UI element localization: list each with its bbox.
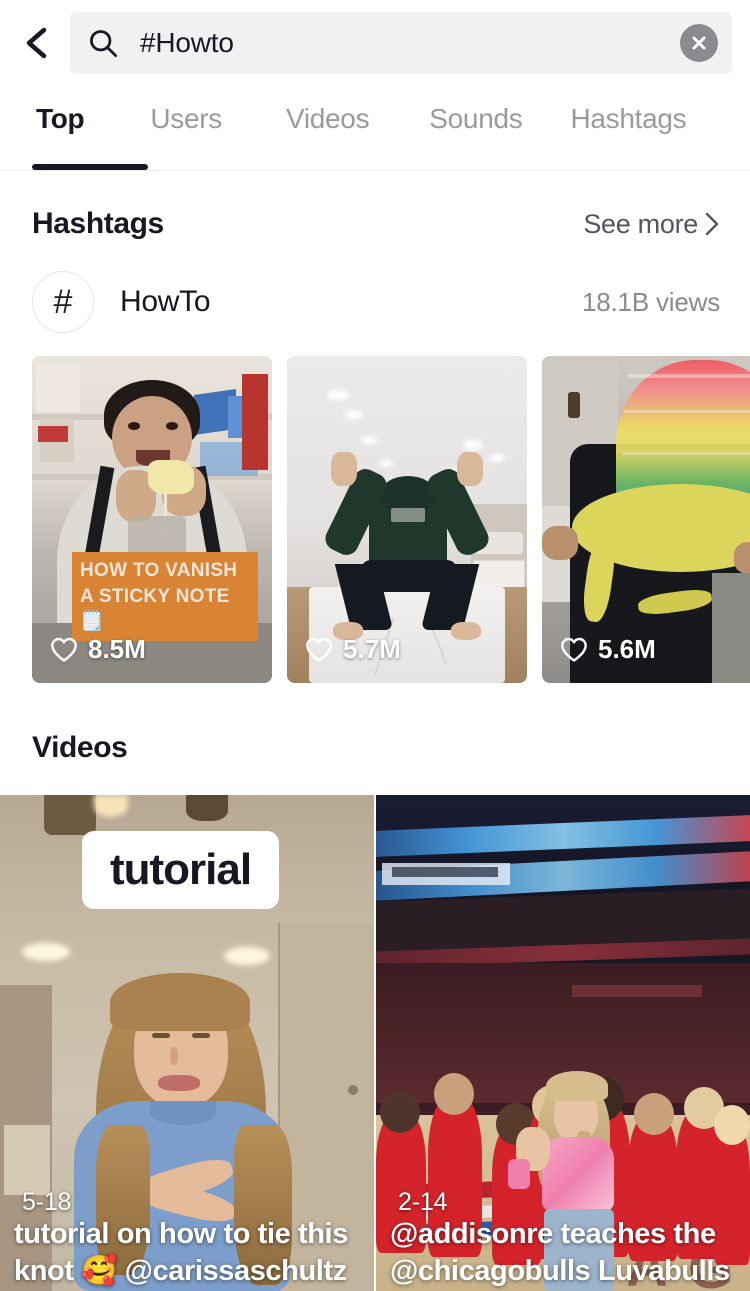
hashtag-name: HowTo bbox=[120, 285, 211, 318]
heart-icon bbox=[561, 637, 587, 662]
clear-search-button[interactable] bbox=[680, 23, 718, 62]
search-input[interactable]: #Howto bbox=[140, 27, 680, 59]
see-more-label: See more bbox=[583, 208, 698, 239]
active-tab-indicator bbox=[32, 164, 148, 170]
thumbnail-caption-overlay: HOW TO VANISH A STICKY NOTE 🗒️ bbox=[72, 552, 258, 641]
videos-grid: tutorial 5-18 tutorial on how to tie thi… bbox=[0, 795, 750, 1291]
see-more-hashtags-button[interactable]: See more bbox=[583, 209, 720, 240]
caption-line-1: HOW TO VANISH bbox=[80, 560, 238, 581]
carousel-card[interactable]: HOW TO VANISH A STICKY NOTE 🗒️ 8.5M bbox=[32, 356, 272, 683]
close-icon bbox=[692, 36, 706, 49]
hashtag-views: 18.1B views bbox=[582, 286, 720, 317]
hashtag-info: # HowTo bbox=[32, 271, 211, 333]
search-icon bbox=[88, 28, 118, 58]
tab-sounds[interactable]: Sounds bbox=[425, 103, 526, 135]
tab-hashtags[interactable]: Hashtags bbox=[566, 103, 690, 135]
chevron-right-icon bbox=[705, 212, 719, 236]
like-count-value: 5.7M bbox=[343, 634, 401, 664]
hashtags-section-header: Hashtags See more bbox=[0, 171, 750, 241]
carousel-card[interactable]: 5.7M bbox=[287, 356, 527, 683]
tab-videos[interactable]: Videos bbox=[282, 103, 373, 135]
hashtag-video-carousel[interactable]: HOW TO VANISH A STICKY NOTE 🗒️ 8.5M 5.7M… bbox=[0, 333, 750, 683]
heart-icon bbox=[306, 637, 332, 662]
tab-top[interactable]: Top bbox=[32, 103, 88, 135]
video-date: 2-14 bbox=[398, 1188, 448, 1216]
heart-icon bbox=[51, 637, 77, 662]
section-title-hashtags: Hashtags bbox=[32, 207, 164, 240]
search-field[interactable]: #Howto bbox=[70, 11, 732, 74]
like-count-value: 5.6M bbox=[598, 634, 656, 664]
like-count: 8.5M bbox=[50, 634, 146, 665]
like-count: 5.6M bbox=[560, 634, 656, 665]
video-caption: @addisonre teaches the @chicagobulls Luv… bbox=[390, 1217, 730, 1288]
back-button[interactable] bbox=[14, 20, 60, 66]
section-title-videos: Videos bbox=[32, 731, 128, 764]
carousel-card[interactable]: 5.6M bbox=[542, 356, 750, 683]
search-tabs: Top Users Videos Sounds Hashtags bbox=[0, 85, 750, 171]
like-count-value: 8.5M bbox=[88, 634, 146, 664]
video-result-card[interactable]: tutorial 5-18 tutorial on how to tie thi… bbox=[0, 795, 374, 1291]
search-header: #Howto bbox=[0, 0, 750, 85]
video-result-card[interactable]: C A G 2-14 bbox=[376, 795, 750, 1291]
chevron-left-icon bbox=[26, 27, 47, 58]
video-date: 5-18 bbox=[22, 1188, 72, 1216]
like-count: 5.7M bbox=[305, 634, 401, 665]
hashtag-result-row[interactable]: # HowTo 18.1B views bbox=[0, 241, 750, 333]
video-overlay-text: tutorial bbox=[82, 831, 280, 909]
tab-users[interactable]: Users bbox=[146, 103, 226, 135]
video-caption: tutorial on how to tie this knot 🥰 @cari… bbox=[14, 1217, 348, 1288]
caption-line-2: A STICKY NOTE 🗒️ bbox=[80, 585, 230, 633]
hash-icon: # bbox=[32, 271, 94, 333]
